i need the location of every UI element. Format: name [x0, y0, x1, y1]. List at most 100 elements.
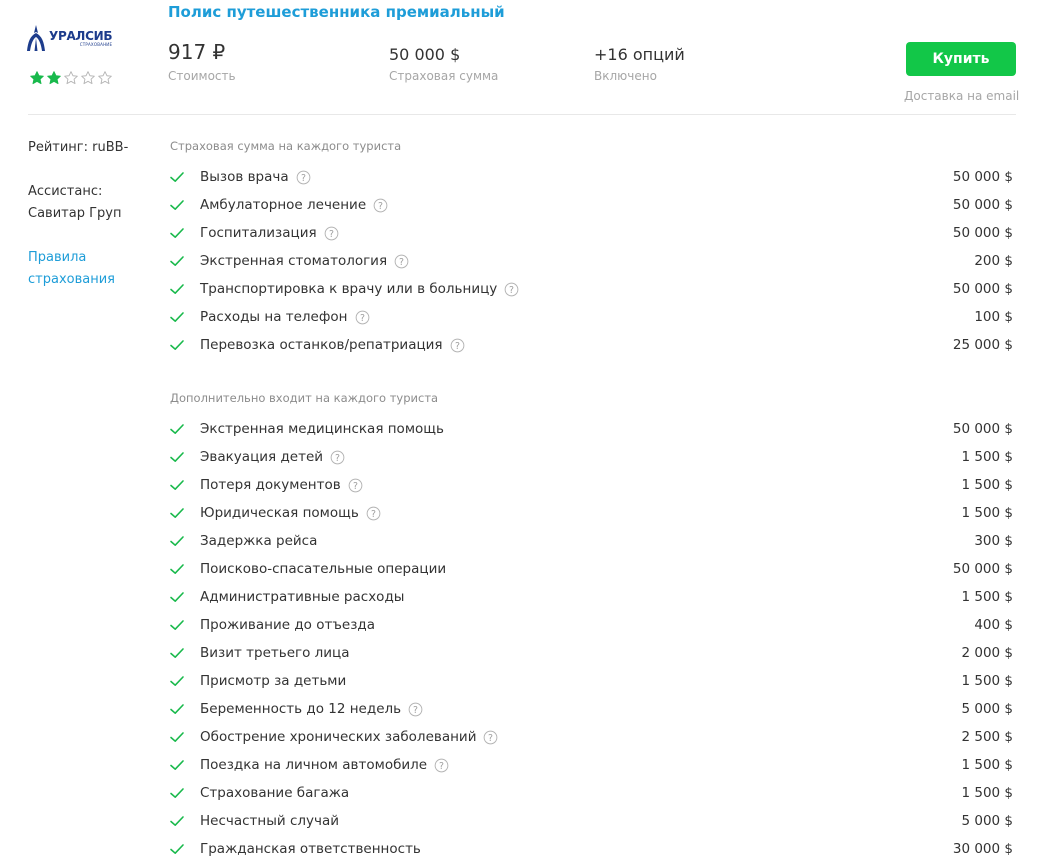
help-icon[interactable]: ?	[355, 310, 370, 325]
help-icon[interactable]: ?	[408, 702, 423, 717]
coverage-label: Поездка на личном автомобиле	[200, 757, 428, 773]
help-icon[interactable]: ?	[330, 450, 345, 465]
assistance-company: Савитар Груп	[28, 206, 122, 221]
check-icon	[170, 620, 184, 630]
uralsib-emblem-icon	[27, 25, 45, 51]
check-icon	[170, 452, 184, 462]
help-icon[interactable]: ?	[394, 254, 409, 269]
options-label: Включено	[594, 69, 657, 83]
check-icon	[170, 648, 184, 658]
check-icon	[170, 788, 184, 798]
svg-text:?: ?	[353, 480, 358, 491]
coverage-amount: 5 000 $	[961, 701, 1013, 717]
svg-text:?: ?	[329, 228, 334, 239]
coverage-amount: 1 500 $	[961, 477, 1013, 493]
section-heading-extra: Дополнительно входит на каждого туриста	[170, 391, 439, 405]
help-icon[interactable]: ?	[296, 170, 311, 185]
coverage-row: Эвакуация детей? 1 500 $	[168, 443, 1016, 471]
help-icon[interactable]: ?	[504, 282, 519, 297]
coverage-amount: 50 000 $	[952, 561, 1013, 577]
coverage-label: Несчастный случай	[200, 813, 340, 829]
check-icon	[170, 704, 184, 714]
coverage-amount: 2 500 $	[961, 729, 1013, 745]
coverage-row: Перевозка останков/репатриация? 25 000 $	[168, 331, 1016, 359]
coverage-amount: 1 500 $	[961, 673, 1013, 689]
policy-title[interactable]: Полис путешественника премиальный	[168, 3, 505, 21]
coverage-label: Экстренная медицинская помощь	[200, 421, 444, 437]
coverage-row: Транспортировка к врачу или в больницу? 5…	[168, 275, 1016, 303]
check-icon	[170, 816, 184, 826]
help-icon[interactable]: ?	[434, 758, 449, 773]
insurance-rules-line1[interactable]: Правила	[28, 247, 115, 269]
coverage-label: Административные расходы	[200, 589, 405, 605]
logo-name: УРАЛСИБ	[49, 28, 113, 43]
coverage-row: Проживание до отъезда 400 $	[168, 611, 1016, 639]
insured-sum-value: 50 000 $	[389, 45, 461, 64]
check-icon	[170, 844, 184, 854]
coverage-label: Эвакуация детей	[200, 449, 324, 465]
coverage-label: Гражданская ответственность	[200, 841, 421, 857]
coverage-row: Несчастный случай 5 000 $	[168, 807, 1016, 835]
coverage-amount: 200 $	[974, 253, 1013, 269]
insurance-rules-link[interactable]: Правила страхования	[28, 247, 115, 291]
coverage-amount: 50 000 $	[952, 281, 1013, 297]
coverage-label: Обострение хронических заболеваний	[200, 729, 477, 745]
coverage-amount: 1 500 $	[961, 589, 1013, 605]
coverage-row: Поисково-спасательные операции 50 000 $	[168, 555, 1016, 583]
svg-text:?: ?	[509, 284, 514, 295]
svg-text:?: ?	[371, 508, 376, 519]
check-icon	[170, 592, 184, 602]
coverage-amount: 2 000 $	[961, 645, 1013, 661]
help-icon[interactable]: ?	[324, 226, 339, 241]
coverage-amount: 1 500 $	[961, 785, 1013, 801]
buy-button[interactable]: Купить	[906, 42, 1016, 76]
coverage-row: Беременность до 12 недель? 5 000 $	[168, 695, 1016, 723]
check-icon	[170, 284, 184, 294]
help-icon[interactable]: ?	[450, 338, 465, 353]
coverage-label: Амбулаторное лечение	[200, 197, 367, 213]
coverage-row: Гражданская ответственность 30 000 $	[168, 835, 1016, 863]
check-icon	[170, 200, 184, 210]
coverage-amount: 1 500 $	[961, 449, 1013, 465]
coverage-row: Страхование багажа 1 500 $	[168, 779, 1016, 807]
help-icon[interactable]: ?	[366, 506, 381, 521]
star-filled-icon	[30, 71, 44, 85]
coverage-amount: 1 500 $	[961, 757, 1013, 773]
coverage-amount: 50 000 $	[952, 197, 1013, 213]
coverage-row: Экстренная медицинская помощь 50 000 $	[168, 415, 1016, 443]
coverage-row: Экстренная стоматология? 200 $	[168, 247, 1016, 275]
help-icon[interactable]: ?	[483, 730, 498, 745]
svg-text:?: ?	[413, 704, 418, 715]
coverage-label: Вызов врача	[200, 169, 289, 185]
coverage-amount: 50 000 $	[952, 225, 1013, 241]
coverage-label: Страхование багажа	[200, 785, 350, 801]
assistance-label: Ассистанс:	[28, 184, 103, 199]
help-icon[interactable]: ?	[373, 198, 388, 213]
section-heading-main: Страховая сумма на каждого туриста	[170, 139, 402, 153]
star-filled-icon	[47, 71, 61, 85]
coverage-row: Присмотр за детьми 1 500 $	[168, 667, 1016, 695]
coverage-row: Визит третьего лица 2 000 $	[168, 639, 1016, 667]
options-value[interactable]: +16 опций	[594, 45, 685, 64]
price-block: 917 ₽	[168, 40, 225, 64]
coverage-label: Транспортировка к врачу или в больницу	[200, 281, 498, 297]
svg-text:?: ?	[399, 256, 404, 267]
check-icon	[170, 228, 184, 238]
svg-text:?: ?	[439, 760, 444, 771]
check-icon	[170, 312, 184, 322]
insurance-rules-line2[interactable]: страхования	[28, 269, 115, 291]
coverage-row: Госпитализация? 50 000 $	[168, 219, 1016, 247]
coverage-label: Экстренная стоматология	[200, 253, 388, 269]
coverage-amount: 30 000 $	[952, 841, 1013, 857]
help-icon[interactable]: ?	[348, 478, 363, 493]
coverage-amount: 300 $	[974, 533, 1013, 549]
rating-stars	[29, 70, 113, 86]
coverage-label: Беременность до 12 недель	[200, 701, 402, 717]
coverage-label: Потеря документов	[200, 477, 341, 493]
coverage-label: Перевозка останков/репатриация	[200, 337, 443, 353]
coverage-row: Юридическая помощь? 1 500 $	[168, 499, 1016, 527]
check-icon	[170, 676, 184, 686]
coverage-label: Юридическая помощь	[200, 505, 359, 521]
coverage-label: Расходы на телефон	[200, 309, 348, 325]
coverage-row: Расходы на телефон? 100 $	[168, 303, 1016, 331]
